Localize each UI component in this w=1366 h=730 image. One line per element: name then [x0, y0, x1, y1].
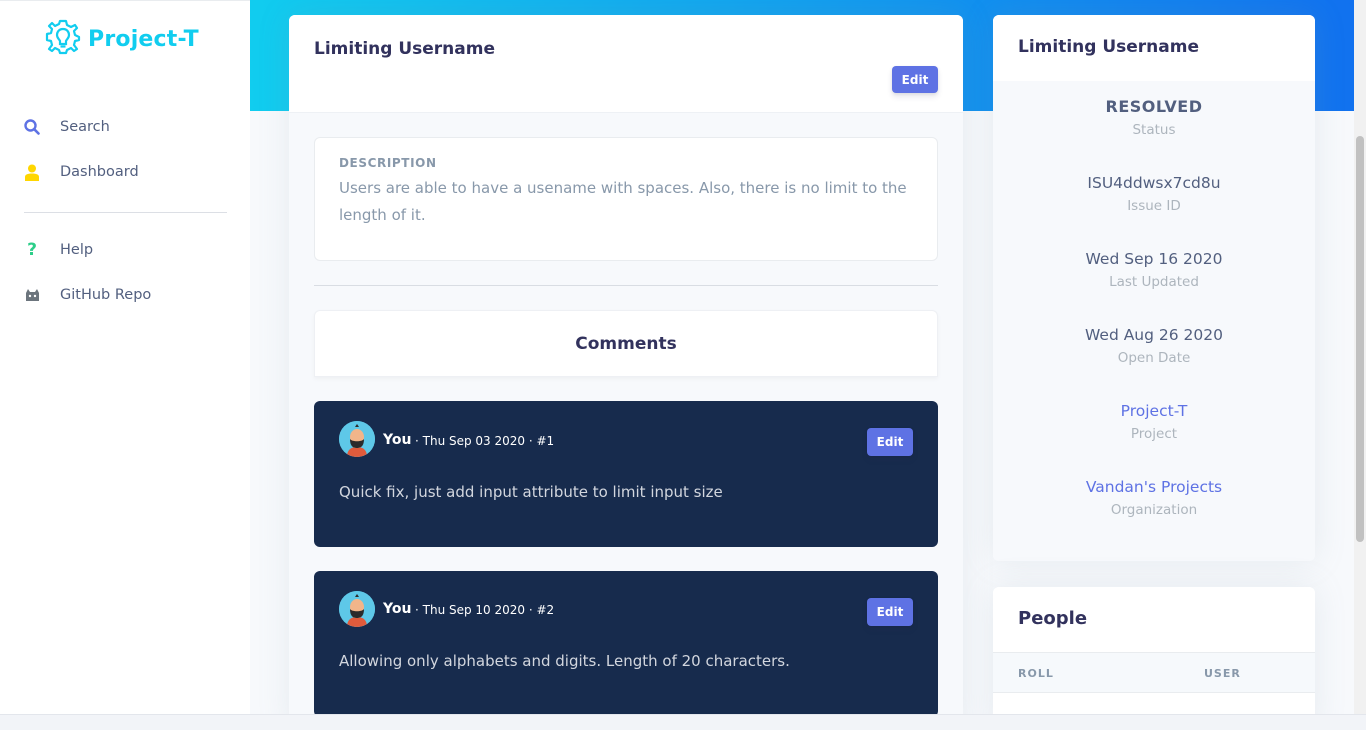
user-icon: [24, 163, 40, 181]
description-text: Users are able to have a usename with sp…: [339, 179, 907, 224]
avatar: [339, 421, 375, 457]
brand-logo[interactable]: Project-T: [44, 18, 199, 60]
comment-text: Quick fix, just add input attribute to l…: [339, 483, 723, 501]
sidebar-item-label: Dashboard: [60, 164, 139, 180]
organization-label: Organization: [1110, 502, 1198, 518]
project-link[interactable]: Project-T: [993, 402, 1315, 420]
comment-author: You: [383, 601, 412, 617]
sidebar-item-label: Search: [60, 119, 110, 135]
people-card: People ROLL USER: [993, 587, 1315, 730]
comment-card: You · Thu Sep 03 2020 · #1 Edit Quick fi…: [314, 401, 938, 547]
open-date-label: Open Date: [1117, 350, 1191, 366]
sidebar-item-search[interactable]: Search: [24, 118, 110, 136]
people-card-header: People: [993, 587, 1315, 653]
sidebar-item-github-repo[interactable]: GitHub Repo: [24, 286, 151, 304]
issue-card: Limiting Username Edit Description Users…: [289, 15, 963, 730]
organization-link[interactable]: Vandan's Projects: [993, 478, 1315, 496]
sidebar-item-help[interactable]: ? Help: [24, 240, 94, 260]
comment-meta: · Thu Sep 10 2020 · #2: [415, 603, 555, 617]
column-header-user: USER: [1204, 667, 1241, 680]
issue-title: Limiting Username: [314, 39, 495, 59]
scrollbar-thumb[interactable]: [1356, 136, 1364, 542]
lightbulb-gear-icon: [44, 18, 82, 60]
issue-id-stat: ISU4ddwsx7cd8u Issue ID: [993, 174, 1315, 214]
edit-comment-button[interactable]: Edit: [867, 598, 913, 626]
brand-name: Project-T: [88, 26, 199, 52]
edit-comment-button[interactable]: Edit: [867, 428, 913, 456]
open-date-stat: Wed Aug 26 2020 Open Date: [993, 326, 1315, 366]
last-updated-label: Last Updated: [1109, 274, 1199, 290]
sidebar-item-label: GitHub Repo: [60, 287, 152, 303]
sidebar-item-dashboard[interactable]: Dashboard: [24, 163, 139, 181]
column-header-roll: ROLL: [1018, 667, 1054, 680]
details-title: Limiting Username: [1018, 37, 1199, 57]
project-stat: Project-T Project: [993, 402, 1315, 442]
sidebar-divider: [24, 212, 227, 213]
sidebar-item-label: Help: [60, 242, 94, 258]
horizontal-scrollbar[interactable]: [0, 714, 1366, 730]
section-divider: [314, 285, 938, 286]
issue-card-header: Limiting Username Edit: [289, 15, 963, 113]
description-box: Description Users are able to have a use…: [314, 137, 938, 261]
last-updated-value: Wed Sep 16 2020: [1085, 250, 1223, 268]
organization-stat: Vandan's Projects Organization: [993, 478, 1315, 518]
project-label: Project: [1130, 426, 1178, 442]
issue-id-value: ISU4ddwsx7cd8u: [1087, 174, 1221, 192]
avatar: [339, 591, 375, 627]
people-title: People: [1018, 608, 1088, 629]
people-table-header: ROLL USER: [993, 653, 1315, 693]
comment-card: You · Thu Sep 10 2020 · #2 Edit Allowing…: [314, 571, 938, 717]
comments-heading: Comments: [314, 310, 938, 377]
description-label: Description: [339, 156, 437, 170]
issue-details-card: Limiting Username RESOLVED Status ISU4dd…: [993, 15, 1315, 561]
comment-text: Allowing only alphabets and digits. Leng…: [339, 652, 790, 670]
status-label: Status: [1132, 122, 1176, 138]
details-card-header: Limiting Username: [993, 15, 1315, 81]
issue-id-label: Issue ID: [1127, 198, 1181, 214]
edit-issue-button[interactable]: Edit: [892, 66, 938, 93]
last-updated-stat: Wed Sep 16 2020 Last Updated: [993, 250, 1315, 290]
sidebar: Project-T Search Dashboard ? Help GitHub…: [0, 0, 250, 714]
status-value: RESOLVED: [1105, 97, 1203, 116]
status-stat: RESOLVED Status: [993, 97, 1315, 138]
github-icon: [24, 286, 40, 304]
issue-card-body: Description Users are able to have a use…: [289, 113, 963, 730]
comment-author: You: [383, 432, 412, 448]
comment-meta: · Thu Sep 03 2020 · #1: [415, 434, 555, 448]
question-icon: ?: [27, 240, 37, 260]
details-card-body: RESOLVED Status ISU4ddwsx7cd8u Issue ID …: [993, 81, 1315, 561]
open-date-value: Wed Aug 26 2020: [1084, 326, 1223, 344]
search-icon: [24, 118, 40, 136]
